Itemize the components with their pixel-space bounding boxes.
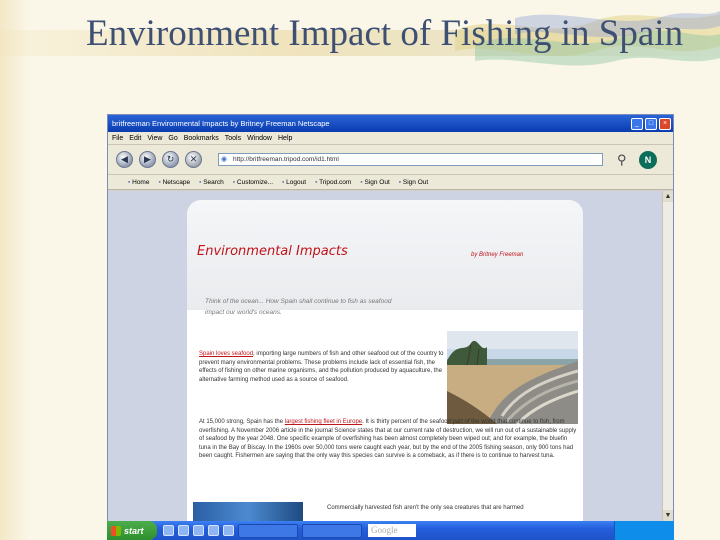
stop-button[interactable]: ✕ bbox=[185, 151, 202, 168]
quick-launch-icon[interactable] bbox=[208, 525, 219, 536]
bookmark-customize[interactable]: Customize... bbox=[233, 179, 273, 186]
page-byline: by Britney Freeman bbox=[471, 252, 524, 258]
quick-launch-icon[interactable] bbox=[163, 525, 174, 536]
minimize-button[interactable]: _ bbox=[631, 117, 643, 130]
page-header: Environmental Impacts by Britney Freeman bbox=[187, 200, 583, 310]
system-tray bbox=[614, 521, 674, 540]
taskbar-item[interactable] bbox=[302, 523, 362, 538]
bookmark-search[interactable]: Search bbox=[199, 179, 224, 186]
quick-launch-icon[interactable] bbox=[223, 525, 234, 536]
paragraph-commercial-fish: Commercially harvested fish aren't the o… bbox=[327, 505, 524, 511]
menu-go[interactable]: Go bbox=[168, 135, 177, 142]
bookmark-home[interactable]: Home bbox=[128, 179, 149, 186]
close-button[interactable]: × bbox=[659, 117, 671, 130]
windows-logo-icon bbox=[111, 525, 121, 536]
quick-launch-icon[interactable] bbox=[178, 525, 189, 536]
back-button[interactable]: ◀ bbox=[116, 151, 133, 168]
paragraph-lead: At 15,000 strong, Spain has the bbox=[199, 419, 285, 425]
start-label: start bbox=[124, 525, 144, 536]
quick-launch-icon[interactable] bbox=[193, 525, 204, 536]
vertical-scrollbar[interactable]: ▲ ▼ bbox=[662, 191, 673, 521]
menu-help[interactable]: Help bbox=[278, 135, 292, 142]
link-largest-fishing-fleet[interactable]: largest fishing fleet in Europe bbox=[285, 419, 362, 425]
bookmarks-bar: Home Netscape Search Customize... Logout… bbox=[108, 175, 673, 190]
google-search-box[interactable]: Google bbox=[368, 524, 416, 537]
menu-bar: File Edit View Go Bookmarks Tools Window… bbox=[108, 132, 673, 145]
scroll-up-arrow-icon[interactable]: ▲ bbox=[663, 191, 673, 202]
quick-launch bbox=[163, 525, 234, 536]
menu-edit[interactable]: Edit bbox=[129, 135, 141, 142]
slide-left-band bbox=[0, 0, 30, 540]
bookmark-netscape[interactable]: Netscape bbox=[158, 179, 190, 186]
page-intro: Think of the ocean... How Spain shall co… bbox=[205, 298, 392, 316]
bookmark-logout[interactable]: Logout bbox=[282, 179, 306, 186]
browser-titlebar[interactable]: britfreeman Environmental Impacts by Bri… bbox=[108, 115, 673, 132]
start-button[interactable]: start bbox=[107, 521, 157, 540]
windows-taskbar: start Google bbox=[107, 521, 674, 540]
menu-view[interactable]: View bbox=[147, 135, 162, 142]
menu-window[interactable]: Window bbox=[247, 135, 272, 142]
page-title: Environmental Impacts bbox=[197, 244, 348, 259]
link-spain-loves-seafood[interactable]: Spain loves seafood bbox=[199, 351, 253, 357]
bookmark-sign-out-2[interactable]: Sign Out bbox=[399, 179, 428, 186]
maximize-button[interactable]: □ bbox=[645, 117, 657, 130]
menu-file[interactable]: File bbox=[112, 135, 123, 142]
netscape-logo: N bbox=[639, 150, 657, 169]
bookmark-sign-out[interactable]: Sign Out bbox=[360, 179, 389, 186]
forward-button[interactable]: ▶ bbox=[139, 151, 156, 168]
bookmark-tripod[interactable]: Tripod.com bbox=[315, 179, 351, 186]
url-input[interactable]: http://britfreeman.tripod.com/id1.html bbox=[218, 153, 603, 166]
paragraph-text: . It is thirty percent of the seafood pa… bbox=[199, 419, 577, 459]
window-title: britfreeman Environmental Impacts by Bri… bbox=[112, 119, 330, 128]
reload-button[interactable]: ↻ bbox=[162, 151, 179, 168]
paragraph-spain-seafood: Spain loves seafood, importing large num… bbox=[199, 350, 444, 384]
taskbar-item[interactable] bbox=[238, 523, 298, 538]
paragraph-fishing-fleet: At 15,000 strong, Spain has the largest … bbox=[199, 418, 579, 461]
menu-tools[interactable]: Tools bbox=[225, 135, 241, 142]
navigation-toolbar: ◀ ▶ ↻ ✕ http://britfreeman.tripod.com/id… bbox=[108, 145, 673, 175]
ocean-photo bbox=[193, 502, 303, 521]
page-viewport: Environmental Impacts by Britney Freeman… bbox=[108, 191, 664, 521]
scroll-down-arrow-icon[interactable]: ▼ bbox=[663, 510, 673, 521]
slide-title: Environment Impact of Fishing in Spain bbox=[86, 13, 684, 54]
menu-bookmarks[interactable]: Bookmarks bbox=[184, 135, 219, 142]
browser-window: britfreeman Environmental Impacts by Bri… bbox=[107, 114, 674, 540]
search-icon[interactable]: ⚲ bbox=[617, 152, 633, 168]
web-page: Environmental Impacts by Britney Freeman… bbox=[187, 200, 583, 521]
fishing-beach-photo bbox=[447, 331, 578, 424]
